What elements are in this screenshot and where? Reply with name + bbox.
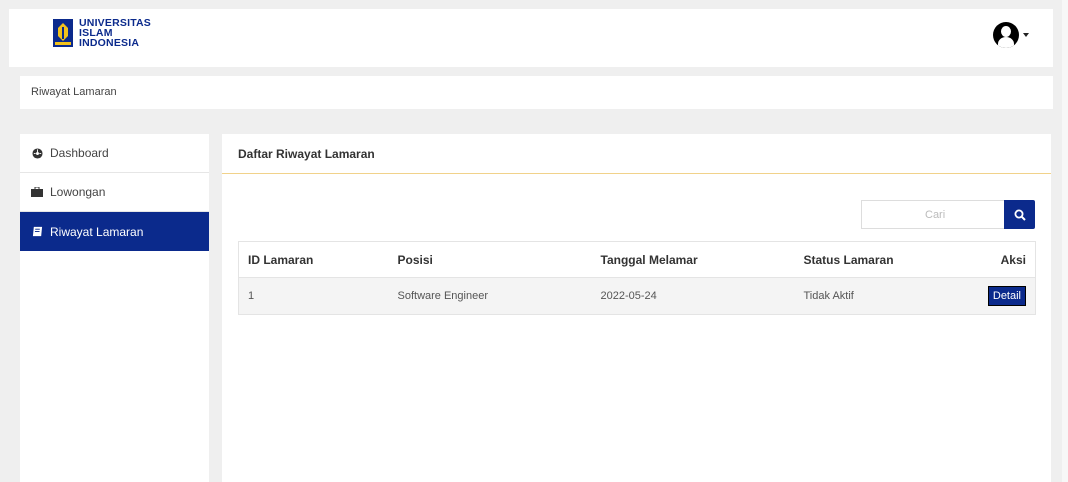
logo-text: UNIVERSITAS ISLAM INDONESIA: [79, 18, 151, 49]
main-panel: Daftar Riwayat Lamaran ID Lamaran Posisi…: [222, 134, 1051, 482]
uii-emblem-icon: [53, 19, 73, 47]
search-bar: [861, 200, 1035, 229]
sidebar-item-label: Riwayat Lamaran: [50, 224, 144, 239]
caret-down-icon: [1023, 33, 1029, 37]
cell-posisi: Software Engineer: [388, 277, 592, 315]
sidebar: Dashboard Lowongan Riwayat Lamaran: [20, 134, 209, 482]
table-header-row: ID Lamaran Posisi Tanggal Melamar Status…: [238, 241, 1036, 278]
sidebar-item-dashboard[interactable]: Dashboard: [20, 134, 209, 173]
column-header-posisi: Posisi: [388, 241, 592, 278]
detail-button[interactable]: Detail: [987, 286, 1026, 306]
uii-logo[interactable]: UNIVERSITAS ISLAM INDONESIA: [53, 18, 151, 48]
search-input[interactable]: [861, 200, 1004, 229]
breadcrumb: Riwayat Lamaran: [20, 76, 1053, 109]
sidebar-item-riwayat-lamaran[interactable]: Riwayat Lamaran: [20, 212, 209, 251]
column-header-tanggal: Tanggal Melamar: [591, 241, 795, 278]
riwayat-lamaran-table: ID Lamaran Posisi Tanggal Melamar Status…: [238, 241, 1036, 315]
user-circle-icon: [993, 22, 1019, 48]
table-row: 1 Software Engineer 2022-05-24 Tidak Akt…: [238, 277, 1036, 315]
sidebar-item-lowongan[interactable]: Lowongan: [20, 173, 209, 212]
page-scrollbar[interactable]: [1062, 0, 1068, 482]
cell-id: 1: [238, 277, 389, 315]
panel-title: Daftar Riwayat Lamaran: [222, 134, 1051, 174]
top-navbar: UNIVERSITAS ISLAM INDONESIA: [9, 9, 1053, 67]
search-button[interactable]: [1004, 200, 1035, 229]
cell-aksi: Detail: [974, 277, 1036, 315]
sidebar-item-label: Lowongan: [50, 185, 106, 199]
logo-line-3: INDONESIA: [79, 37, 140, 49]
dashboard-icon: [31, 147, 43, 159]
column-header-status: Status Lamaran: [794, 241, 975, 278]
column-header-id: ID Lamaran: [238, 241, 389, 278]
cell-status: Tidak Aktif: [794, 277, 975, 315]
column-header-aksi: Aksi: [974, 241, 1036, 278]
user-menu-toggle[interactable]: [993, 22, 1029, 48]
briefcase-icon: [31, 186, 43, 198]
book-icon: [31, 226, 43, 238]
sidebar-item-label: Dashboard: [50, 146, 109, 160]
cell-tanggal: 2022-05-24: [591, 277, 795, 315]
search-icon: [1014, 209, 1026, 221]
breadcrumb-current: Riwayat Lamaran: [31, 86, 117, 98]
